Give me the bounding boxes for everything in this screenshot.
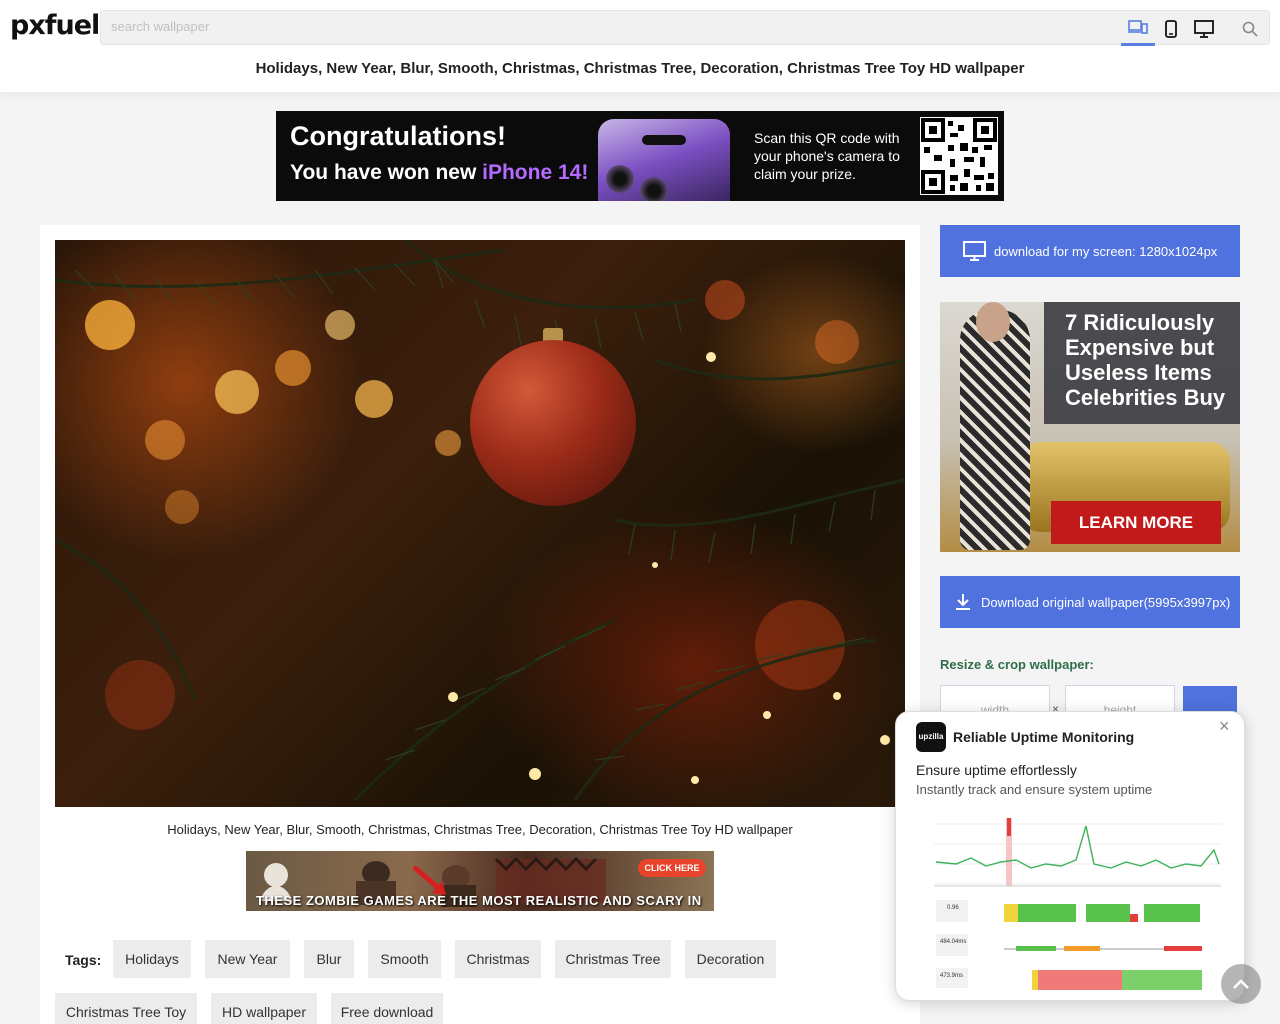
- tag-holidays[interactable]: Holidays: [113, 940, 191, 978]
- tags-label: Tags:: [65, 952, 102, 968]
- download-screen-button[interactable]: download for my screen: 1280x1024px: [940, 225, 1240, 277]
- tag-christmas[interactable]: Christmas: [455, 940, 541, 978]
- device-laptop-icon[interactable]: [1121, 11, 1155, 46]
- download-screen-label: download for my screen: 1280x1024px: [994, 243, 1218, 259]
- page-title: Holidays, New Year, Blur, Smooth, Christ…: [255, 60, 1025, 77]
- search-bar: [100, 10, 1270, 46]
- iphone-banner-ad[interactable]: Congratulations! You have won new iPhone…: [276, 111, 1004, 201]
- wallpaper-card: Holidays, New Year, Blur, Smooth, Christ…: [40, 225, 920, 1024]
- tag-christmas-tree[interactable]: Christmas Tree: [555, 940, 671, 978]
- svg-text:0.96: 0.96: [947, 905, 959, 911]
- pine-branches: [55, 240, 905, 802]
- ad-person-image: [960, 310, 1030, 550]
- chevron-up-icon: [1233, 979, 1249, 989]
- uptime-popup-ad[interactable]: upzilla Reliable Uptime Monitoring × Ens…: [895, 711, 1245, 1001]
- monitor-icon: [963, 241, 986, 261]
- svg-text:484.04ms: 484.04ms: [940, 939, 966, 945]
- popup-headline: Ensure uptime effortlessly: [916, 762, 1077, 778]
- scroll-top-button[interactable]: [1221, 964, 1261, 1004]
- uptime-dashboard-image: 0.96 484.04ms 473.9ms: [916, 814, 1226, 992]
- wallpaper-image[interactable]: [55, 240, 905, 807]
- download-icon: [955, 593, 971, 611]
- tag-blur[interactable]: Blur: [304, 940, 354, 978]
- tag-free-download[interactable]: Free download: [331, 993, 443, 1024]
- celeb-ad-headline: 7 Ridiculously Expensive but Useless Ite…: [1065, 310, 1226, 410]
- close-icon[interactable]: ×: [1219, 716, 1230, 737]
- device-desktop-icon[interactable]: [1187, 11, 1221, 46]
- upzilla-logo: upzilla: [916, 722, 946, 752]
- ad-person-head: [976, 302, 1010, 342]
- popup-title: Reliable Uptime Monitoring: [953, 729, 1135, 745]
- zombie-ad-text: THESE ZOMBIE GAMES ARE THE MOST REALISTI…: [256, 893, 702, 911]
- ad-headline: Congratulations!: [290, 121, 506, 151]
- ad-scan-text: Scan this QR code with your phone's came…: [754, 130, 900, 182]
- site-header: pxfuel Holidays, New Year, Blur, Smooth,…: [0, 0, 1280, 92]
- popup-subtext: Instantly track and ensure system uptime: [916, 782, 1153, 797]
- download-original-label: Download original wallpaper(5995x3997px): [981, 594, 1231, 610]
- tag-smooth[interactable]: Smooth: [368, 940, 441, 978]
- svg-text:473.9ms: 473.9ms: [940, 973, 963, 979]
- tag-new-year[interactable]: New Year: [205, 940, 290, 978]
- qr-code-icon: [920, 117, 998, 195]
- tag-hd-wallpaper[interactable]: HD wallpaper: [211, 993, 317, 1024]
- celebrities-ad[interactable]: 7 Ridiculously Expensive but Useless Ite…: [940, 302, 1240, 552]
- wallpaper-caption: Holidays, New Year, Blur, Smooth, Christ…: [167, 822, 793, 837]
- zombie-ad-cta[interactable]: CLICK HERE: [638, 859, 706, 877]
- resize-label: Resize & crop wallpaper:: [940, 657, 1094, 672]
- site-logo[interactable]: pxfuel: [10, 10, 100, 41]
- learn-more-button[interactable]: LEARN MORE: [1051, 501, 1221, 544]
- search-input[interactable]: [111, 19, 1091, 34]
- christmas-ornament: [470, 340, 636, 506]
- ad-subline: You have won new iPhone 14!: [290, 161, 589, 184]
- search-icon[interactable]: [1233, 11, 1267, 46]
- device-phone-icon[interactable]: [1154, 11, 1188, 46]
- zombie-games-ad[interactable]: CLICK HERE THESE ZOMBIE GAMES ARE THE MO…: [246, 851, 714, 911]
- tag-decoration[interactable]: Decoration: [685, 940, 776, 978]
- tag-christmas-tree-toy[interactable]: Christmas Tree Toy: [55, 993, 197, 1024]
- download-original-button[interactable]: Download original wallpaper(5995x3997px): [940, 576, 1240, 628]
- iphone-image: [598, 119, 730, 201]
